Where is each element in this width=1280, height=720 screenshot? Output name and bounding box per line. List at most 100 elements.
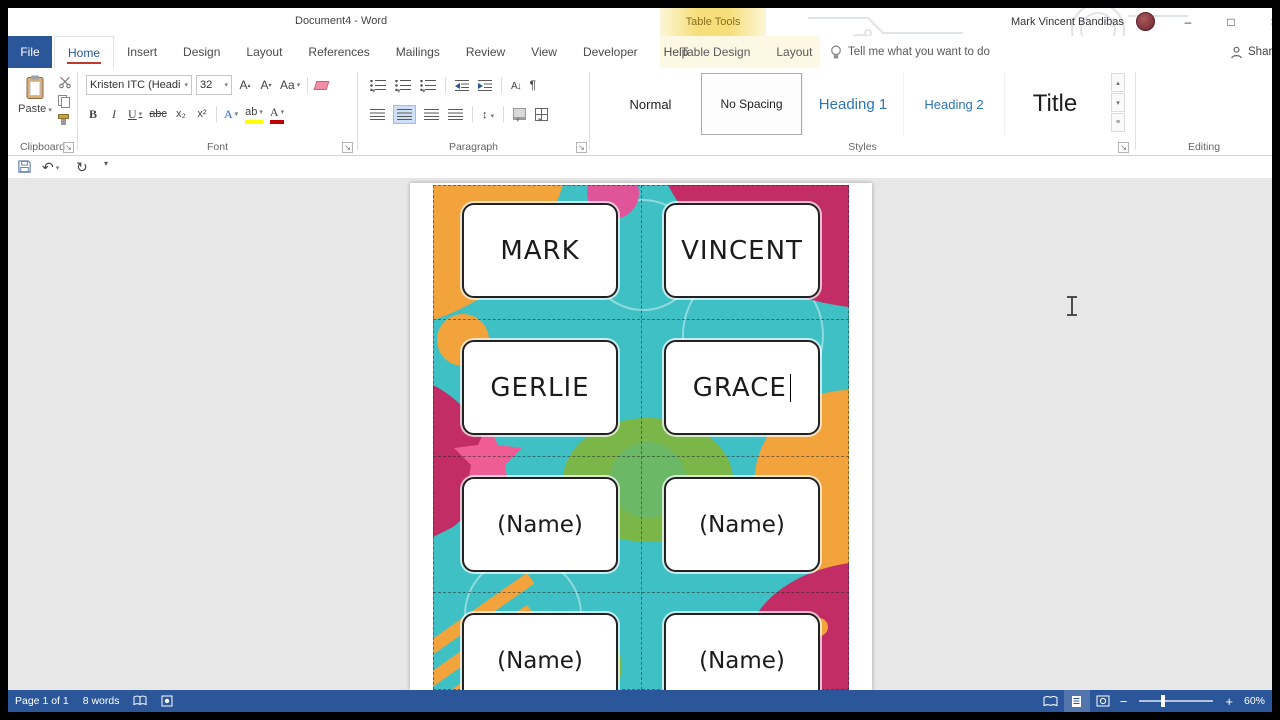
- chevron-down-icon[interactable]: ▾: [224, 81, 228, 89]
- proofing-icon[interactable]: [126, 690, 154, 712]
- font-dialog-launcher[interactable]: [342, 142, 353, 153]
- styles-dialog-launcher[interactable]: [1118, 142, 1129, 153]
- zoom-slider[interactable]: [1139, 695, 1214, 707]
- user-account-name[interactable]: Mark Vincent Bandibas: [1011, 16, 1124, 28]
- style-title[interactable]: Title: [1004, 73, 1105, 135]
- grow-font-button[interactable]: A: [238, 75, 252, 95]
- superscript-button[interactable]: x²: [195, 104, 209, 124]
- change-case-button[interactable]: Aa: [280, 75, 300, 95]
- copy-icon[interactable]: [58, 95, 70, 108]
- align-right-icon[interactable]: [424, 108, 439, 120]
- gallery-more-icon[interactable]: ≡: [1111, 113, 1125, 132]
- save-button[interactable]: [17, 159, 32, 174]
- font-name-combobox[interactable]: Kristen ITC (Headi ▾: [86, 75, 192, 95]
- name-card[interactable]: GRACE: [664, 340, 820, 435]
- tab-view[interactable]: View: [518, 36, 570, 68]
- chevron-down-icon[interactable]: ▾: [184, 81, 188, 89]
- tab-table-design[interactable]: Table Design: [668, 36, 763, 68]
- align-left-icon[interactable]: [370, 108, 385, 120]
- bullets-icon[interactable]: [370, 79, 386, 91]
- zoom-out-button[interactable]: −: [1116, 694, 1132, 709]
- italic-button[interactable]: I: [107, 104, 121, 124]
- gallery-down-icon[interactable]: ▾: [1111, 93, 1125, 112]
- share-button[interactable]: Share: [1230, 36, 1272, 68]
- page-indicator[interactable]: Page 1 of 1: [8, 690, 76, 712]
- editing-group-label: Editing: [1187, 141, 1221, 153]
- print-layout-view-icon[interactable]: [1063, 690, 1090, 712]
- minimize-button[interactable]: –: [1172, 8, 1204, 35]
- tab-review[interactable]: Review: [453, 36, 518, 68]
- read-mode-view-icon[interactable]: [1038, 690, 1064, 712]
- ribbon-tabs: Home Insert Design Layout References Mai…: [54, 36, 701, 68]
- user-avatar[interactable]: [1136, 12, 1155, 31]
- web-layout-view-icon[interactable]: [1090, 690, 1116, 712]
- word-window: F Table Tools Document4 - Word Mark Vinc…: [8, 8, 1272, 712]
- strikethrough-button[interactable]: abc: [149, 104, 167, 124]
- name-card[interactable]: (Name): [664, 477, 820, 572]
- tab-references[interactable]: References: [295, 36, 382, 68]
- document-canvas[interactable]: MARK VINCENT GERLIE GRACE (Name) (Name) …: [8, 178, 1272, 708]
- style-gallery-scroll: ▴ ▾ ≡: [1111, 73, 1125, 132]
- shrink-font-button[interactable]: A: [259, 75, 273, 95]
- close-button[interactable]: ×: [1258, 8, 1272, 35]
- format-painter-icon[interactable]: [58, 114, 72, 125]
- font-group: Kristen ITC (Headi ▾ 32 ▾ A A Aa B I: [78, 68, 357, 156]
- macro-recording-icon[interactable]: [154, 690, 180, 712]
- sort-icon[interactable]: [511, 76, 521, 94]
- lightbulb-icon: [831, 44, 841, 58]
- line-spacing-icon[interactable]: [482, 105, 494, 123]
- decrease-indent-icon[interactable]: [455, 79, 469, 91]
- tab-home[interactable]: Home: [54, 36, 115, 68]
- zoom-level[interactable]: 60%: [1237, 690, 1272, 712]
- document-page[interactable]: MARK VINCENT GERLIE GRACE (Name) (Name) …: [410, 183, 872, 708]
- numbering-icon[interactable]: [395, 79, 411, 91]
- card-name-text: GRACE: [692, 372, 787, 403]
- borders-icon[interactable]: [535, 107, 549, 121]
- share-label: Share: [1248, 46, 1272, 58]
- name-card[interactable]: VINCENT: [664, 203, 820, 298]
- underline-button[interactable]: U: [128, 104, 142, 124]
- paste-button[interactable]: Paste: [16, 74, 54, 140]
- align-justify-icon[interactable]: [448, 108, 463, 120]
- style-heading-2[interactable]: Heading 2: [903, 73, 1004, 135]
- style-heading-1[interactable]: Heading 1: [802, 73, 903, 135]
- bold-button[interactable]: B: [86, 104, 100, 124]
- text-highlight-button[interactable]: ab: [245, 104, 263, 124]
- shading-icon[interactable]: [513, 108, 527, 120]
- zoom-in-button[interactable]: +: [1221, 694, 1237, 709]
- tab-file[interactable]: File: [8, 36, 52, 68]
- tab-insert[interactable]: Insert: [114, 36, 170, 68]
- tab-design[interactable]: Design: [170, 36, 233, 68]
- subscript-button[interactable]: x₂: [174, 104, 188, 124]
- name-card[interactable]: GERLIE: [462, 340, 618, 435]
- font-color-button[interactable]: A: [269, 104, 285, 124]
- name-card[interactable]: (Name): [462, 477, 618, 572]
- zoom-slider-handle[interactable]: [1161, 695, 1166, 707]
- text-effects-button[interactable]: A: [224, 104, 238, 124]
- clear-formatting-icon[interactable]: [313, 80, 330, 90]
- style-normal[interactable]: Normal: [600, 73, 701, 135]
- show-formatting-marks-icon[interactable]: [530, 76, 536, 94]
- clipboard-dialog-launcher[interactable]: [63, 142, 74, 153]
- cut-icon[interactable]: [58, 76, 72, 89]
- align-center-icon[interactable]: [393, 104, 416, 124]
- mouse-ibeam-pointer: [1065, 295, 1079, 317]
- redo-button[interactable]: [76, 159, 88, 176]
- tab-layout[interactable]: Layout: [233, 36, 295, 68]
- tell-me-box[interactable]: Tell me what you want to do: [830, 36, 990, 68]
- increase-indent-icon[interactable]: [478, 79, 492, 91]
- name-card[interactable]: MARK: [462, 203, 618, 298]
- paragraph-dialog-launcher[interactable]: [576, 142, 587, 153]
- word-count[interactable]: 8 words: [76, 690, 127, 712]
- gallery-up-icon[interactable]: ▴: [1111, 73, 1125, 92]
- multilevel-list-icon[interactable]: [420, 79, 436, 91]
- font-size-combobox[interactable]: 32 ▾: [196, 75, 232, 95]
- undo-button[interactable]: [42, 159, 59, 176]
- tab-developer[interactable]: Developer: [570, 36, 651, 68]
- customize-qat-icon[interactable]: [104, 159, 108, 168]
- maximize-button[interactable]: □: [1215, 8, 1247, 35]
- style-no-spacing[interactable]: No Spacing: [701, 73, 802, 135]
- tab-table-layout[interactable]: Layout: [763, 36, 825, 68]
- style-gallery: Normal No Spacing Heading 1 Heading 2 Ti…: [600, 73, 1105, 135]
- tab-mailings[interactable]: Mailings: [383, 36, 453, 68]
